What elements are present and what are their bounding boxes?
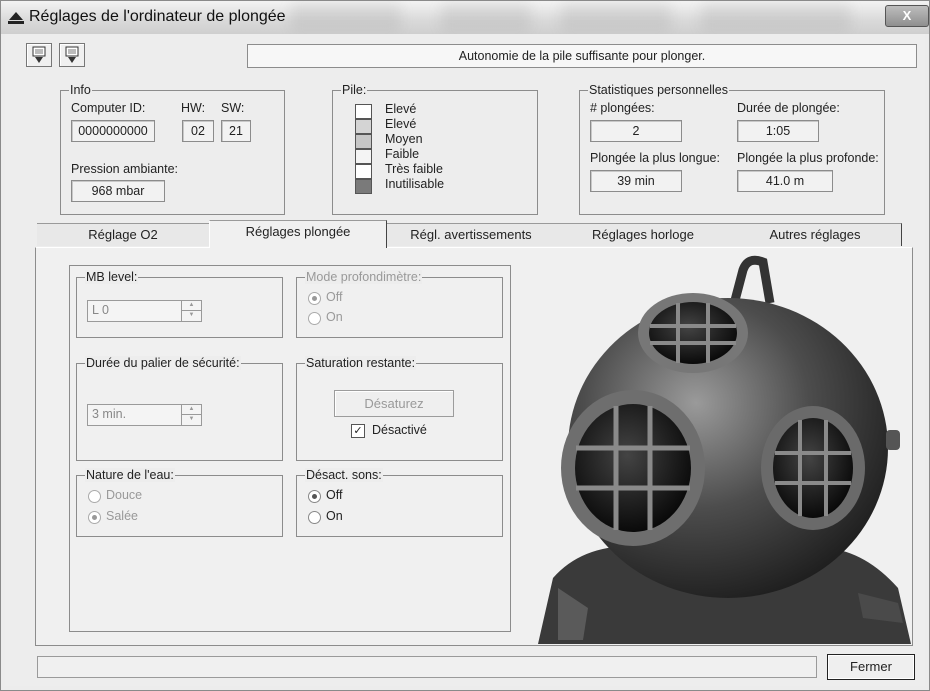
computer-id-value: 0000000000 — [71, 120, 155, 142]
sons-on-radio[interactable] — [308, 511, 321, 524]
fermer-button[interactable]: Fermer — [827, 654, 915, 680]
battery-swatch — [355, 134, 372, 149]
sw-label: SW: — [221, 101, 245, 115]
desactive-label: Désactivé — [372, 423, 427, 437]
plongees-label: # plongées: — [590, 101, 655, 115]
tab-autres-reglages[interactable]: Autres réglages — [729, 223, 902, 246]
desaturez-button[interactable]: Désaturez — [334, 390, 454, 417]
longue-value: 39 min — [590, 170, 682, 192]
plongees-value: 2 — [590, 120, 682, 142]
profonde-label: Plongée la plus profonde: — [737, 151, 879, 165]
palier-legend: Durée du palier de sécurité: — [85, 356, 241, 370]
battery-swatch — [355, 119, 372, 134]
palier-value: 3 min. — [92, 407, 127, 421]
window-title: Réglages de l'ordinateur de plongée — [29, 8, 286, 25]
app-icon — [8, 12, 24, 24]
douce-label: Douce — [106, 488, 143, 502]
mb-level-value: L 0 — [92, 303, 109, 317]
spinner-down-icon[interactable]: ▼ — [182, 311, 201, 320]
profonde-value: 41.0 m — [737, 170, 833, 192]
title-bar[interactable]: Réglages de l'ordinateur de plongée X — [1, 1, 929, 34]
upload-icon — [65, 46, 79, 63]
palier-group: Durée du palier de sécurité: 3 min. ▲ ▼ — [76, 356, 283, 461]
stats-group: Statistiques personnelles # plongées: Du… — [579, 83, 885, 215]
battery-swatch — [355, 104, 372, 119]
battery-level-label: Elevé — [385, 117, 417, 131]
mode-profondimetre-group: Mode profondimètre: Off On — [296, 270, 503, 338]
duree-label: Durée de plongée: — [737, 101, 840, 115]
sons-on-label: On — [326, 509, 343, 523]
spinner-up-icon[interactable]: ▲ — [182, 301, 201, 311]
battery-level-label: Moyen — [385, 132, 423, 146]
pression-value: 968 mbar — [71, 180, 165, 202]
douce-radio[interactable] — [88, 490, 101, 503]
battery-swatch — [355, 149, 372, 164]
stats-legend: Statistiques personnelles — [588, 83, 729, 97]
battery-status-message: Autonomie de la pile suffisante pour plo… — [247, 44, 917, 68]
sons-off-radio[interactable] — [308, 490, 321, 503]
battery-swatch — [355, 179, 372, 194]
pression-label: Pression ambiante: — [71, 162, 179, 176]
palier-spinner[interactable]: 3 min. ▲ ▼ — [87, 404, 202, 426]
salee-radio[interactable] — [88, 511, 101, 524]
battery-swatch — [355, 164, 372, 179]
tab-reglage-o2[interactable]: Réglage O2 — [37, 223, 210, 246]
mode-off-label: Off — [326, 290, 343, 304]
mb-level-group: MB level: L 0 ▲ ▼ — [76, 270, 283, 338]
status-bar — [37, 656, 817, 678]
nature-eau-group: Nature de l'eau: Douce Salée — [76, 468, 283, 537]
nature-eau-legend: Nature de l'eau: — [85, 468, 175, 482]
spinner-up-icon[interactable]: ▲ — [182, 405, 201, 415]
mb-level-spinner[interactable]: L 0 ▲ ▼ — [87, 300, 202, 322]
mode-profondimetre-legend: Mode profondimètre: — [305, 270, 423, 284]
battery-level-label: Très faible — [385, 162, 443, 176]
close-window-button[interactable]: X — [885, 5, 929, 27]
upload-button[interactable] — [59, 43, 85, 67]
info-group: Info Computer ID: HW: SW: 0000000000 02 … — [60, 83, 285, 215]
hw-label: HW: — [181, 101, 206, 115]
tab-reglages-plongee[interactable]: Réglages plongée — [209, 220, 387, 248]
mode-off-radio[interactable] — [308, 292, 321, 305]
mode-on-radio[interactable] — [308, 312, 321, 325]
diving-helmet-image — [538, 255, 911, 644]
battery-group: Pile: Elevé Elevé Moyen Faible Très faible In… — [332, 83, 538, 215]
spinner-down-icon[interactable]: ▼ — [182, 415, 201, 424]
desactive-checkbox[interactable]: ✓ — [351, 424, 365, 438]
tab-panel-reglages-plongee: MB level: L 0 ▲ ▼ Mode profondimètre: Off… — [35, 247, 913, 646]
battery-level-label: Faible — [385, 147, 420, 161]
saturation-group: Saturation restante: Désaturez ✓ Désacti… — [296, 356, 503, 461]
duree-value: 1:05 — [737, 120, 819, 142]
desact-sons-legend: Désact. sons: — [305, 468, 383, 482]
tab-reglages-horloge[interactable]: Réglages horloge — [557, 223, 730, 246]
hw-value: 02 — [182, 120, 214, 142]
saturation-legend: Saturation restante: — [305, 356, 417, 370]
longue-label: Plongée la plus longue: — [590, 151, 720, 165]
tab-regl-avertissements[interactable]: Régl. avertissements — [385, 223, 558, 246]
info-legend: Info — [69, 83, 92, 97]
battery-legend: Pile: — [341, 83, 368, 97]
download-icon — [32, 46, 46, 63]
battery-level-label: Elevé — [385, 102, 417, 116]
sons-off-label: Off — [326, 488, 343, 502]
download-button[interactable] — [26, 43, 52, 67]
mb-level-legend: MB level: — [85, 270, 139, 284]
app-window: Réglages de l'ordinateur de plongée X Au… — [0, 0, 930, 691]
window-client: Autonomie de la pile suffisante pour plo… — [5, 34, 925, 686]
computer-id-label: Computer ID: — [71, 101, 146, 115]
desact-sons-group: Désact. sons: Off On — [296, 468, 503, 537]
sw-value: 21 — [221, 120, 251, 142]
salee-label: Salée — [106, 509, 138, 523]
battery-level-label: Inutilisable — [385, 177, 445, 191]
mode-on-label: On — [326, 310, 343, 324]
